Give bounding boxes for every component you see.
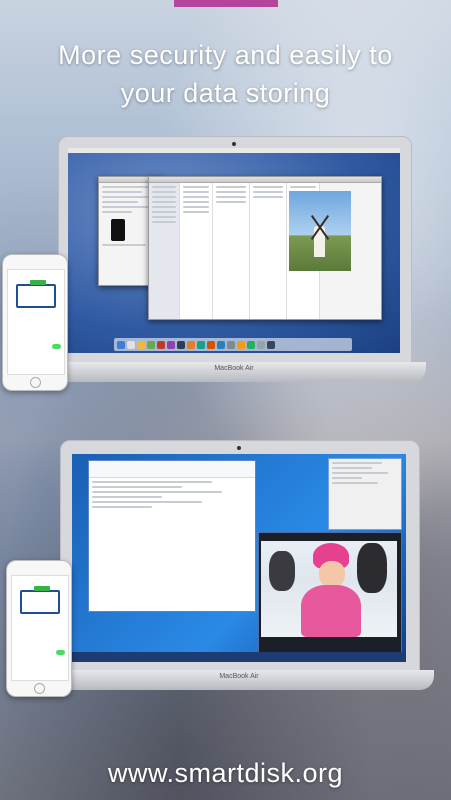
finder-window (148, 176, 382, 320)
explorer-window (88, 460, 256, 612)
home-button[interactable] (30, 377, 41, 388)
headline-line-1: More security and easily to (58, 40, 393, 70)
monitor-icon (20, 590, 60, 614)
website-url: www.smartdisk.org (107, 758, 344, 788)
status-badge (34, 586, 50, 591)
laptop-base: MacBook Air (42, 362, 426, 382)
windows-taskbar (72, 652, 406, 662)
camera (232, 142, 236, 146)
mac-menubar (68, 148, 400, 153)
headline-line-2: your data storing (120, 78, 331, 108)
laptop-brand: MacBook Air (214, 365, 254, 372)
phone-1 (2, 254, 68, 391)
toggle-switch[interactable] (56, 650, 65, 655)
monitor-icon (16, 284, 56, 308)
phone-2 (6, 560, 72, 697)
phone-screen (11, 575, 69, 681)
headline: More security and easily to your data st… (0, 36, 451, 112)
smartdisk-dialog (328, 458, 402, 530)
windows-screen (72, 454, 406, 662)
windmill-preview (289, 191, 351, 271)
laptop-base: MacBook Air (44, 670, 434, 690)
camera (237, 446, 241, 450)
mac-dock (114, 338, 352, 351)
mac-screen (68, 148, 400, 353)
photo-viewer (258, 532, 402, 654)
home-button[interactable] (34, 683, 45, 694)
laptop-brand: MacBook Air (219, 673, 259, 680)
phone-thumbnail (111, 219, 125, 241)
page-indicator-bar (174, 0, 278, 7)
phone-screen (7, 269, 65, 375)
toggle-switch[interactable] (52, 344, 61, 349)
status-badge (30, 280, 46, 285)
photo-image (261, 541, 397, 637)
